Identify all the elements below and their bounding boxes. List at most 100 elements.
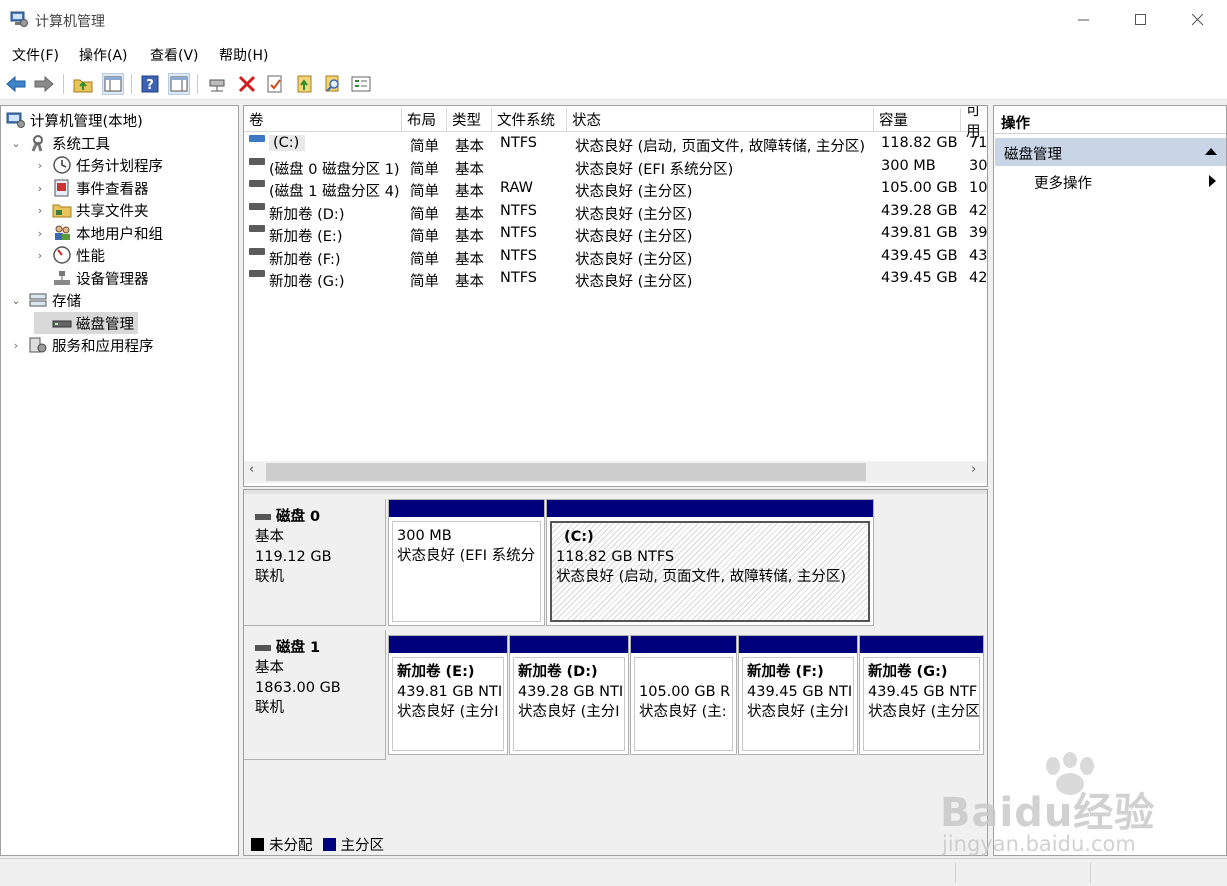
column-header-filesystem[interactable]: 文件系统	[492, 108, 567, 132]
expand-icon[interactable]: ›	[34, 159, 46, 172]
column-header-volume[interactable]: 卷	[244, 108, 402, 132]
legend: 未分配 主分区	[251, 834, 384, 855]
table-row[interactable]: (磁盘 1 磁盘分区 4) 简单 基本 RAW 状态良好 (主分区) 105.00 GB 1…	[244, 179, 987, 201]
menu-file[interactable]: 文件(F)	[12, 45, 59, 65]
help-button[interactable]: ?	[139, 73, 161, 95]
device-manager-icon	[54, 271, 70, 285]
partition-efi[interactable]: 300 MB 状态良好 (EFI 系统分	[388, 499, 545, 626]
minimize-icon	[1078, 19, 1089, 21]
tree-item-disk-management[interactable]: 磁盘管理	[34, 312, 138, 334]
collapse-icon[interactable]: ⌄	[10, 294, 22, 307]
computer-management-window: 计算机管理 文件(F) 操作(A) 查看(V) 帮助(H) ? 计算机管理(本地…	[0, 0, 1227, 886]
expand-icon[interactable]: ›	[34, 227, 46, 240]
back-arrow-icon	[6, 76, 26, 92]
cell-status: 状态良好 (主分区)	[575, 229, 693, 245]
cell-layout: 简单	[410, 229, 439, 245]
tree-item-system-tools[interactable]: ⌄ 系统工具	[10, 132, 110, 154]
partition-g[interactable]: 新加卷 (G:) 439.45 GB NTF 状态良好 (主分区	[859, 635, 984, 755]
performance-icon	[53, 246, 71, 264]
menu-action[interactable]: 操作(A)	[79, 45, 128, 65]
cell-layout: 简单	[410, 161, 439, 178]
event-viewer-icon	[54, 179, 69, 197]
delete-button[interactable]	[236, 73, 258, 95]
disk-1-label[interactable]: 磁盘 1 基本 1863.00 GB 联机	[244, 630, 386, 760]
menu-help[interactable]: 帮助(H)	[219, 45, 268, 65]
cell-free: 43	[969, 247, 988, 264]
table-row[interactable]: 新加卷 (G:) 简单 基本 NTFS 状态良好 (主分区) 439.45 GB 42	[244, 269, 987, 291]
scroll-right-icon[interactable]: ›	[971, 462, 976, 477]
partition-d[interactable]: 新加卷 (D:) 439.28 GB NTI 状态良好 (主分I	[509, 635, 629, 755]
cell-filesystem: NTFS	[500, 270, 537, 286]
toolbar: ?	[0, 68, 1227, 100]
export-button[interactable]	[294, 73, 316, 95]
minimize-button[interactable]	[1055, 0, 1113, 40]
actions-section-disk-management[interactable]: 磁盘管理	[995, 138, 1226, 166]
console-tree: 计算机管理(本地) ⌄ 系统工具 › 任务计划程序 › 事件查看器 › 共享文件…	[0, 105, 239, 856]
collapse-arrow-icon[interactable]	[1205, 148, 1217, 155]
partition-c[interactable]: (C:) 118.82 GB NTFS 状态良好 (启动, 页面文件, 故障转储…	[546, 499, 874, 626]
submenu-arrow-icon[interactable]	[1209, 175, 1216, 187]
horizontal-scrollbar[interactable]: ‹ ›	[244, 461, 987, 483]
table-row[interactable]: (磁盘 0 磁盘分区 1) 简单 基本 状态良好 (EFI 系统分区) 300 MB 30	[244, 157, 987, 179]
table-row[interactable]: 新加卷 (F:) 简单 基本 NTFS 状态良好 (主分区) 439.45 GB 43	[244, 247, 987, 269]
cell-free: 10	[969, 180, 988, 196]
tools-icon	[31, 135, 43, 152]
scroll-left-icon[interactable]: ‹	[249, 462, 254, 477]
tree-item-shared-folders[interactable]: › 共享文件夹	[34, 199, 149, 221]
close-icon	[1192, 14, 1204, 26]
cell-status: 状态良好 (主分区)	[575, 184, 693, 200]
connect-drive-button[interactable]	[206, 73, 228, 95]
tree-item-event-viewer[interactable]: › 事件查看器	[34, 177, 149, 199]
tree-item-root[interactable]: 计算机管理(本地)	[6, 109, 143, 131]
tree-item-storage[interactable]: ⌄ 存储	[10, 289, 81, 311]
tree-item-local-users[interactable]: › 本地用户和组	[34, 222, 163, 244]
tree-item-device-manager[interactable]: 设备管理器	[34, 267, 149, 289]
column-header-status[interactable]: 状态	[567, 108, 874, 132]
show-hide-action-button[interactable]	[168, 73, 190, 95]
section-label: 磁盘管理	[1004, 147, 1062, 163]
expand-icon[interactable]: ›	[34, 204, 46, 217]
users-icon	[55, 225, 70, 240]
cell-status: 状态良好 (启动, 页面文件, 故障转储, 主分区)	[575, 139, 866, 155]
forward-button[interactable]	[33, 73, 55, 95]
collapse-icon[interactable]: ⌄	[10, 137, 22, 150]
expand-icon[interactable]: ›	[10, 339, 22, 352]
cell-type: 基本	[455, 139, 484, 155]
column-header-capacity[interactable]: 容量	[874, 108, 961, 132]
up-folder-icon	[73, 79, 93, 93]
tree-item-task-scheduler[interactable]: › 任务计划程序	[34, 154, 163, 176]
column-header-layout[interactable]: 布局	[402, 108, 447, 132]
expand-icon[interactable]: ›	[34, 249, 46, 262]
scrollbar-thumb[interactable]	[266, 463, 866, 481]
cell-layout: 简单	[410, 139, 439, 155]
maximize-button[interactable]	[1112, 0, 1170, 40]
column-header-type[interactable]: 类型	[447, 108, 492, 132]
back-button[interactable]	[5, 73, 27, 95]
menu-bar: 文件(F) 操作(A) 查看(V) 帮助(H)	[0, 40, 1227, 68]
show-hide-tree-button[interactable]	[102, 73, 124, 95]
more-actions[interactable]: 更多操作	[1034, 172, 1092, 193]
table-row[interactable]: (C:) 简单 基本 NTFS 状态良好 (启动, 页面文件, 故障转储, 主分区) 11…	[244, 134, 987, 156]
forward-arrow-icon	[34, 76, 54, 92]
tree-item-services[interactable]: › 服务和应用程序	[10, 334, 154, 356]
maximize-icon	[1135, 14, 1146, 25]
table-row[interactable]: 新加卷 (E:) 简单 基本 NTFS 状态良好 (主分区) 439.81 GB 39	[244, 224, 987, 246]
close-button[interactable]	[1169, 0, 1227, 40]
expand-icon[interactable]: ›	[34, 182, 46, 195]
tree-item-performance[interactable]: › 性能	[34, 244, 105, 266]
list-button[interactable]	[350, 73, 372, 95]
disk-size: 1863.00 GB	[255, 680, 341, 696]
cell-type: 基本	[455, 251, 484, 268]
cell-capacity: 439.45 GB	[881, 247, 958, 264]
partition-e[interactable]: 新加卷 (E:) 439.81 GB NTI 状态良好 (主分I	[388, 635, 508, 755]
properties-button[interactable]	[264, 73, 286, 95]
partition-f[interactable]: 新加卷 (F:) 439.45 GB NTI 状态良好 (主分I	[738, 635, 858, 755]
table-row[interactable]: 新加卷 (D:) 简单 基本 NTFS 状态良好 (主分区) 439.28 GB 42	[244, 202, 987, 224]
disk-0-label[interactable]: 磁盘 0 基本 119.12 GB 联机	[244, 499, 386, 626]
up-folder-button[interactable]	[72, 73, 94, 95]
menu-view[interactable]: 查看(V)	[150, 45, 199, 65]
tree-label: 设备管理器	[76, 271, 149, 288]
column-header-free[interactable]: 可用	[961, 106, 987, 140]
partition-raw[interactable]: 105.00 GB R 状态良好 (主:	[630, 635, 737, 755]
search-button[interactable]	[322, 73, 344, 95]
